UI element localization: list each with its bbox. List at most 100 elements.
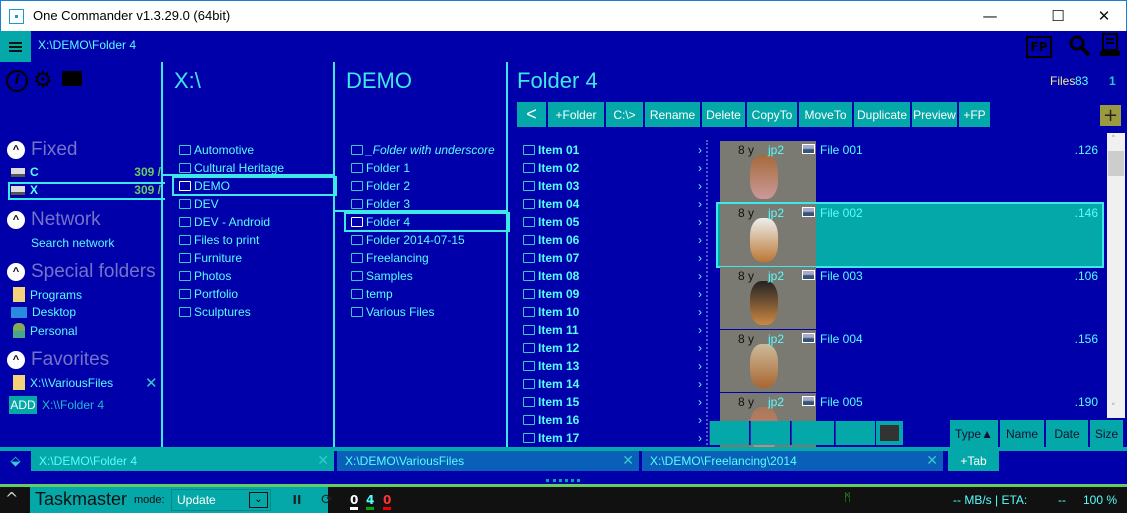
close-tab-icon[interactable]: ✕ [622,452,634,469]
toolbar-button-folder[interactable]: +Folder [548,102,604,127]
chevron-right-icon[interactable]: › [698,395,702,409]
drive-c[interactable]: C 309 / [11,165,161,179]
search-icon[interactable] [1068,34,1092,58]
sort-size-button[interactable]: Size [1090,420,1123,447]
chevron-right-icon[interactable]: › [698,179,702,193]
item-row[interactable]: Item 11 › [523,321,708,339]
view-thumbs-icon[interactable] [836,421,876,445]
folder-item[interactable]: DEV [179,195,219,213]
folder-item[interactable]: Samples [351,267,413,285]
section-favorites[interactable]: ^ Favorites [7,349,109,371]
chevron-right-icon[interactable]: › [698,413,702,427]
folder-item[interactable]: DEV - Android [179,213,270,231]
item-row[interactable]: Item 07 › [523,249,708,267]
sort-name-button[interactable]: Name [1000,420,1044,447]
tab-2[interactable]: X:\DEMO\VariousFiles ✕ [337,451,639,471]
item-row[interactable]: Item 10 › [523,303,708,321]
chevron-right-icon[interactable]: › [698,431,702,445]
back-button[interactable]: < [517,102,546,127]
view-list-icon[interactable] [751,421,791,445]
search-network-link[interactable]: Search network [31,236,114,250]
item-row[interactable]: Item 13 › [523,357,708,375]
folder-item[interactable]: Folder 1 [351,159,410,177]
toolbar-button-rename[interactable]: Rename [645,102,700,127]
special-personal[interactable]: Personal [13,323,77,338]
tab-3[interactable]: X:\DEMO\Freelancing\2014 ✕ [642,451,943,471]
item-row[interactable]: Item 08 › [523,267,708,285]
close-tab-icon[interactable]: ✕ [926,452,938,469]
info-icon[interactable]: i [6,70,28,92]
toolbar-button-c[interactable]: C:\> [606,102,643,127]
chevron-right-icon[interactable]: › [698,233,702,247]
folder-item[interactable]: Folder 2014-07-15 [351,231,465,249]
chevron-right-icon[interactable]: › [698,377,702,391]
item-row[interactable]: Item 15 › [523,393,708,411]
chevron-right-icon[interactable]: › [698,251,702,265]
favorite-item[interactable]: X:\\VariousFiles [13,375,113,390]
toolbar-button-fp[interactable]: +FP [959,102,990,127]
item-row[interactable]: Item 09 › [523,285,708,303]
item-row[interactable]: Item 03 › [523,177,708,195]
chevron-right-icon[interactable]: › [698,143,702,157]
folder-item[interactable]: Freelancing [351,249,429,267]
drive-x[interactable]: X 309 / [11,183,161,197]
resize-grip[interactable] [546,479,580,482]
item-row[interactable]: Item 17 › [523,429,708,447]
scrollbar-thumb[interactable] [1108,151,1124,176]
refresh-icon[interactable]: ⟳ [313,487,341,513]
folder-item[interactable]: Folder 3 [351,195,410,213]
folder-item[interactable]: Cultural Heritage [179,159,284,177]
folder-item[interactable]: Furniture [179,249,242,267]
chevron-right-icon[interactable]: › [698,161,702,175]
chevron-right-icon[interactable]: › [698,197,702,211]
close-button[interactable]: ✕ [1081,1,1127,31]
scroll-down-icon[interactable]: ˅ [1111,403,1116,413]
toolbar-button-preview[interactable]: Preview [912,102,957,127]
view-details-icon[interactable] [710,421,750,445]
toolbar-button-moveto[interactable]: MoveTo [799,102,852,127]
item-row[interactable]: Item 14 › [523,375,708,393]
section-special-folders[interactable]: ^ Special folders [7,261,156,283]
special-desktop[interactable]: Desktop [11,305,76,319]
remove-favorite-icon[interactable]: ✕ [145,374,158,392]
folder-item[interactable]: Sculptures [179,303,251,321]
chevron-up-icon[interactable]: ^ [5,489,18,508]
item-row[interactable]: Item 05 › [523,213,708,231]
folder-item[interactable]: Various Files [351,303,434,321]
current-path[interactable]: X:\DEMO\Folder 4 [38,38,136,52]
item-row[interactable]: Item 06 › [523,231,708,249]
file-row[interactable]: 8 y jp2 File 003 .106 [718,267,1102,329]
minimize-button[interactable]: — [967,1,1013,31]
file-row[interactable]: 8 y jp2 File 002 .146 [716,202,1104,268]
item-row[interactable]: Item 01 › [523,141,708,159]
mode-select[interactable]: Update ⌄ [171,489,271,511]
file-row[interactable]: 8 y jp2 File 001 .126 [718,141,1102,203]
swap-panes-icon[interactable]: ⬙ [0,451,31,471]
folder-item[interactable]: Automotive [179,141,254,159]
panel-icon[interactable] [1100,33,1120,57]
item-row[interactable]: Item 16 › [523,411,708,429]
toolbar-button-delete[interactable]: Delete [702,102,745,127]
item-row[interactable]: Item 04 › [523,195,708,213]
toolbar-button-copyto[interactable]: CopyTo [747,102,797,127]
pause-icon[interactable]: II [283,487,311,513]
special-programs[interactable]: Programs [13,287,82,302]
close-tab-icon[interactable]: ✕ [317,452,329,469]
chevron-right-icon[interactable]: › [698,323,702,337]
item-row[interactable]: Item 12 › [523,339,708,357]
add-tab-button[interactable]: +Tab [948,451,999,471]
sort-date-button[interactable]: Date [1046,420,1088,447]
folder-item[interactable]: _Folder with underscore [351,141,495,159]
chevron-right-icon[interactable]: › [698,215,702,229]
fp-icon[interactable]: FP [1026,36,1052,58]
hamburger-menu-icon[interactable] [0,31,31,62]
view-image-icon[interactable] [876,421,903,445]
file-row[interactable]: 8 y jp2 File 004 .156 [718,330,1102,392]
scrollbar[interactable]: ˄ ˅ [1107,133,1125,418]
add-favorite-button[interactable]: ADD [9,396,37,414]
section-network[interactable]: ^ Network [7,209,101,231]
chevron-right-icon[interactable]: › [698,269,702,283]
folder-item[interactable]: Files to print [179,231,259,249]
chevron-right-icon[interactable]: › [698,341,702,355]
folder-item[interactable]: Portfolio [179,285,238,303]
